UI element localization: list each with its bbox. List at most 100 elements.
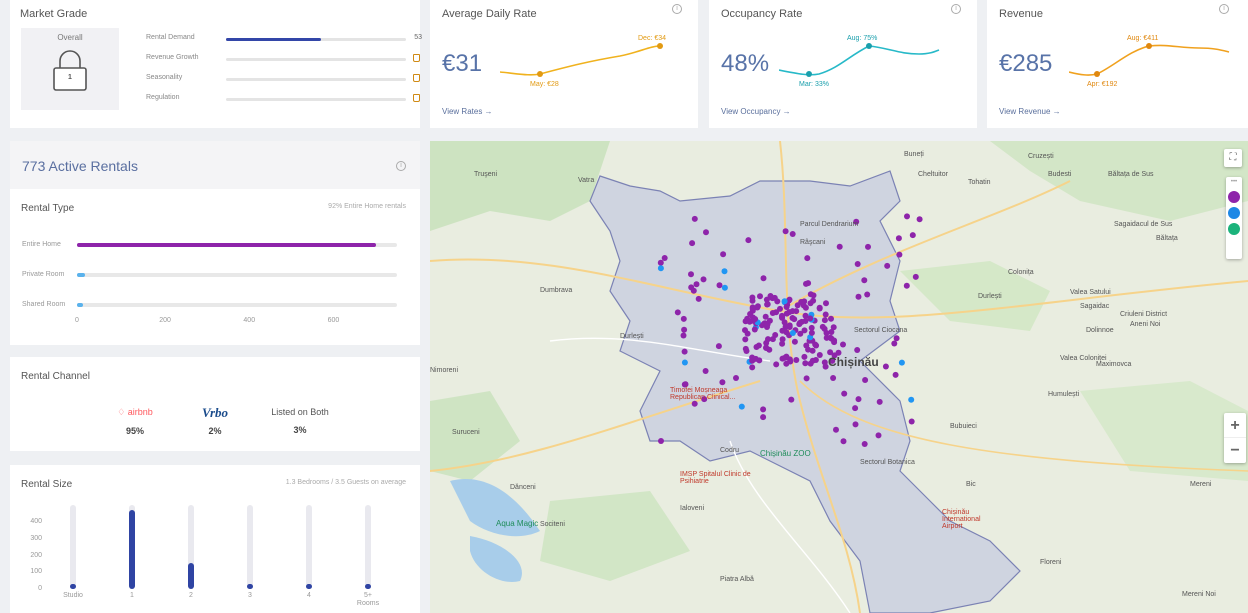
listing-marker[interactable] <box>854 261 861 267</box>
size-bar[interactable] <box>188 563 194 589</box>
listing-marker[interactable] <box>862 377 869 383</box>
listing-marker[interactable] <box>680 315 687 322</box>
vrbo-filter-icon[interactable] <box>1228 207 1240 219</box>
listing-marker[interactable] <box>769 310 776 316</box>
listing-marker[interactable] <box>876 398 883 405</box>
listing-marker[interactable] <box>904 213 910 220</box>
size-bar[interactable] <box>129 509 135 589</box>
listing-marker[interactable] <box>864 291 871 298</box>
metric-link[interactable]: View Rates → <box>442 107 493 116</box>
rental-type-bar[interactable] <box>77 243 376 247</box>
listing-marker[interactable] <box>779 314 785 321</box>
listing-marker[interactable] <box>787 358 794 365</box>
listing-marker[interactable] <box>789 308 796 315</box>
listing-marker[interactable] <box>855 293 862 300</box>
listing-marker[interactable] <box>702 368 709 374</box>
listing-marker[interactable] <box>688 271 694 278</box>
listing-marker[interactable] <box>803 375 810 382</box>
listing-marker[interactable] <box>884 262 891 269</box>
listing-marker[interactable] <box>833 426 839 433</box>
listing-marker[interactable] <box>810 297 817 304</box>
listing-marker[interactable] <box>783 329 790 336</box>
listing-marker[interactable] <box>805 346 812 353</box>
listing-marker[interactable] <box>855 396 862 403</box>
listing-marker[interactable] <box>743 348 750 354</box>
listing-marker[interactable] <box>688 284 695 291</box>
listing-marker[interactable] <box>738 403 745 410</box>
listing-marker[interactable] <box>801 327 808 334</box>
listing-marker[interactable] <box>695 295 702 302</box>
listing-marker[interactable] <box>908 418 915 425</box>
listing-marker[interactable] <box>908 396 915 403</box>
listing-marker[interactable] <box>841 390 848 397</box>
map-poi-label[interactable]: Timofei Moșneaga Republican Clinical... <box>670 387 760 401</box>
listing-marker[interactable] <box>680 332 687 339</box>
listing-marker[interactable] <box>807 360 814 367</box>
listing-marker[interactable] <box>693 281 700 288</box>
listing-marker[interactable] <box>691 215 698 222</box>
listing-marker[interactable] <box>786 324 793 330</box>
airbnb-filter-icon[interactable] <box>1228 191 1240 203</box>
listing-marker[interactable] <box>854 347 861 353</box>
listing-marker[interactable] <box>760 414 767 421</box>
info-icon[interactable]: i <box>1219 4 1229 14</box>
listing-marker[interactable] <box>749 364 756 371</box>
listing-marker[interactable] <box>830 375 837 381</box>
listing-marker[interactable] <box>861 441 868 447</box>
listing-marker[interactable] <box>891 340 898 347</box>
listing-marker[interactable] <box>715 343 722 350</box>
listing-marker[interactable] <box>791 338 798 345</box>
rental-type-bar[interactable] <box>77 273 86 277</box>
listing-marker[interactable] <box>749 305 756 312</box>
listing-marker[interactable] <box>733 375 739 381</box>
listing-marker[interactable] <box>742 327 748 334</box>
listing-marker[interactable] <box>816 305 823 312</box>
listing-marker[interactable] <box>875 432 882 439</box>
listing-marker[interactable] <box>840 438 847 445</box>
listing-marker[interactable] <box>757 293 763 300</box>
listing-marker[interactable] <box>916 216 923 223</box>
listing-marker[interactable] <box>745 237 752 244</box>
listing-marker[interactable] <box>657 259 664 266</box>
zoom-out-button[interactable]: − <box>1224 438 1246 463</box>
listing-marker[interactable] <box>840 341 846 348</box>
listing-marker[interactable] <box>674 309 681 316</box>
listing-marker[interactable] <box>703 229 709 236</box>
listing-marker[interactable] <box>912 273 919 280</box>
listing-marker[interactable] <box>895 235 902 242</box>
info-icon[interactable]: i <box>396 161 406 171</box>
listing-marker[interactable] <box>861 277 868 284</box>
metric-link[interactable]: View Revenue → <box>999 107 1061 116</box>
listing-marker[interactable] <box>882 363 889 370</box>
listing-marker[interactable] <box>721 268 728 275</box>
listing-marker[interactable] <box>661 255 668 261</box>
listing-marker[interactable] <box>760 275 767 282</box>
listing-marker[interactable] <box>783 310 790 317</box>
listing-marker[interactable] <box>828 329 835 335</box>
listing-marker[interactable] <box>893 335 900 342</box>
listing-marker[interactable] <box>827 334 834 341</box>
listing-marker[interactable] <box>747 311 754 317</box>
rental-type-bar[interactable] <box>77 303 84 307</box>
listing-marker[interactable] <box>749 297 756 304</box>
listing-marker[interactable] <box>752 316 759 322</box>
listing-marker[interactable] <box>836 243 843 250</box>
listing-marker[interactable] <box>812 341 819 348</box>
listing-marker[interactable] <box>716 282 723 289</box>
listing-marker[interactable] <box>802 304 809 311</box>
listing-marker[interactable] <box>807 291 814 298</box>
listing-marker[interactable] <box>753 344 760 350</box>
map-poi-label[interactable]: Chișinău International Airport <box>942 509 1002 530</box>
listing-marker[interactable] <box>819 323 826 330</box>
listing-marker[interactable] <box>816 352 823 358</box>
listing-marker[interactable] <box>760 406 767 413</box>
info-icon[interactable]: i <box>672 4 682 14</box>
listing-marker[interactable] <box>804 255 811 262</box>
listing-marker[interactable] <box>767 293 774 299</box>
listing-marker[interactable] <box>801 353 808 360</box>
listing-marker[interactable] <box>794 302 801 309</box>
listing-marker[interactable] <box>793 357 800 363</box>
listing-marker[interactable] <box>764 301 771 308</box>
listing-marker[interactable] <box>756 357 763 364</box>
listing-marker[interactable] <box>802 360 809 367</box>
